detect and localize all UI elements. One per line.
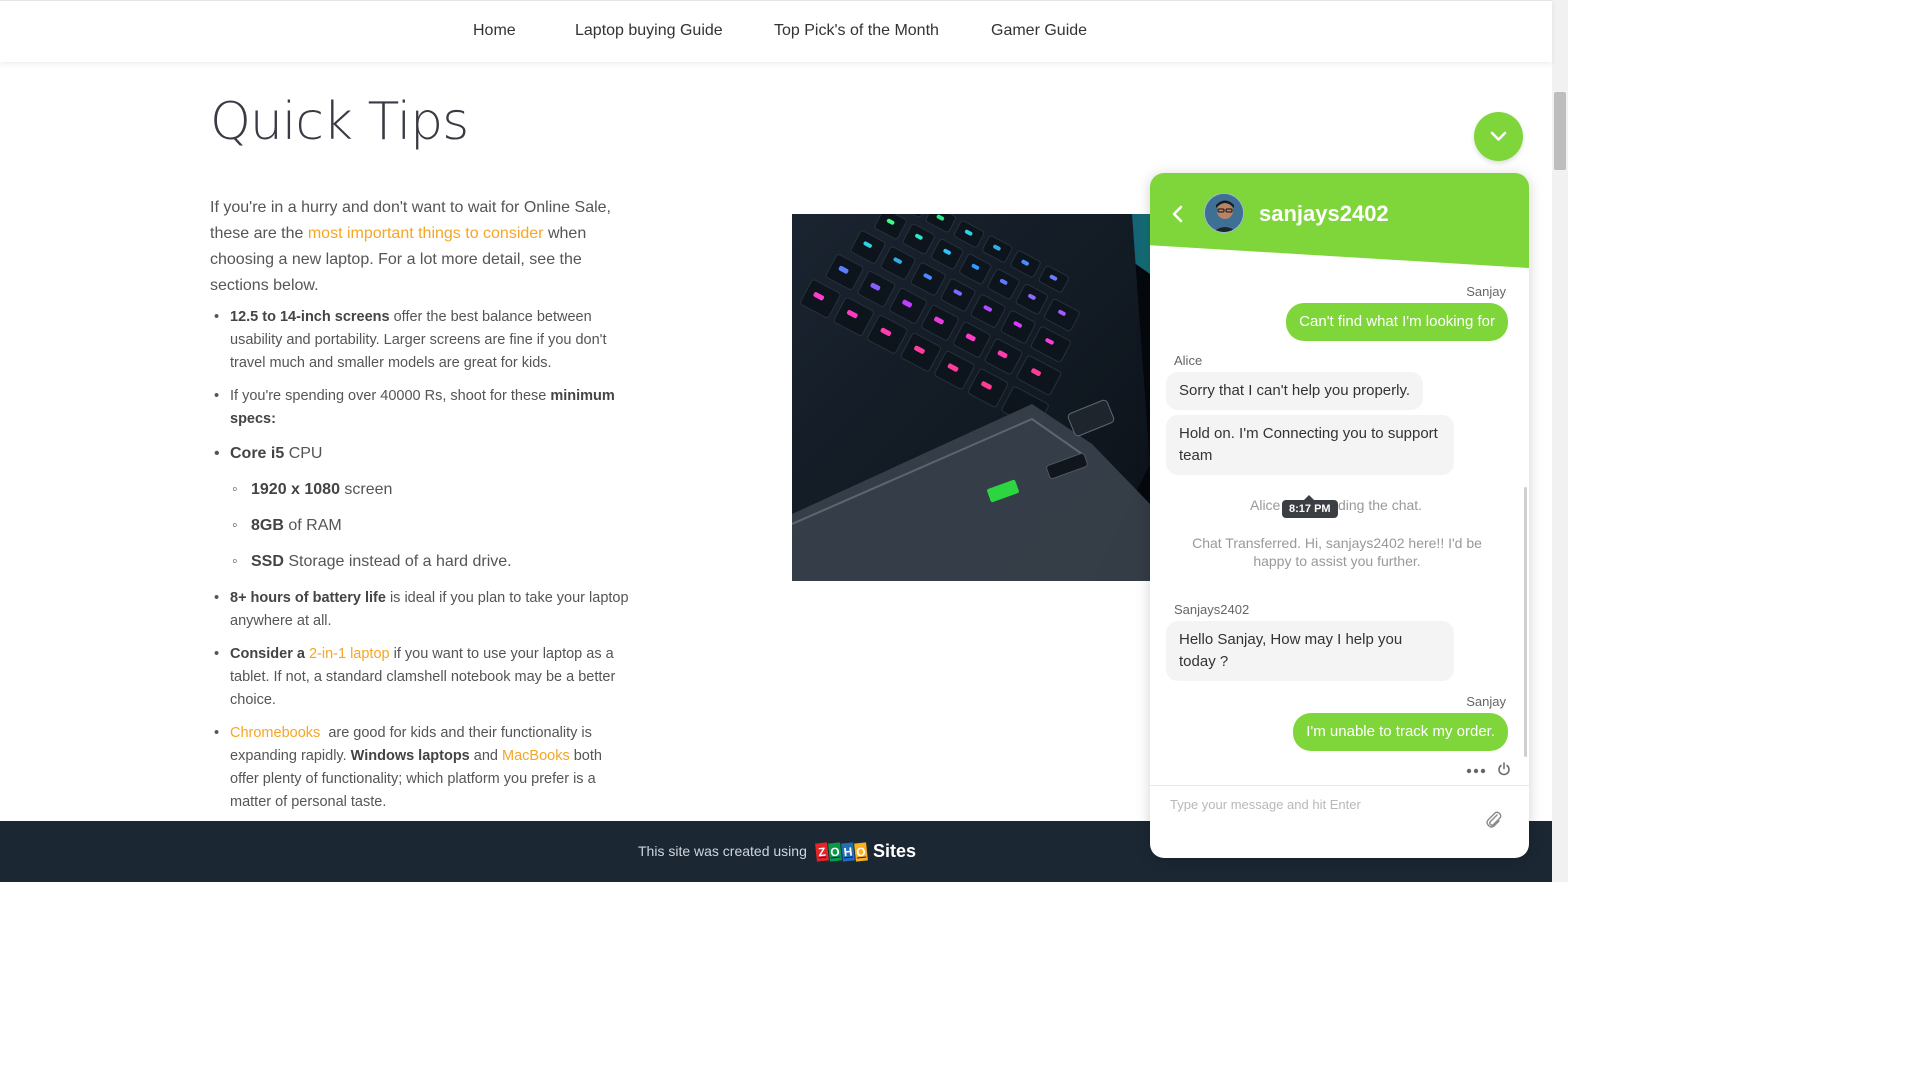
zoho-letter-o: O xyxy=(828,842,842,862)
outgoing-message: I'm unable to track my order. xyxy=(1293,713,1508,751)
tip-battery-bold: 8+ hours of battery life xyxy=(230,590,386,606)
laptop-illustration xyxy=(792,214,1150,581)
zoho-letter-o2: O xyxy=(854,842,868,862)
tip-minimum-specs: If you're spending over 40000 Rs, shoot … xyxy=(210,385,630,431)
page-title: Quick Tips xyxy=(210,92,469,152)
intro-paragraph: If you're in a hurry and don't want to w… xyxy=(210,195,620,299)
chat-window: sanjays2402 Sanjay Can't find what I'm l… xyxy=(1150,173,1529,858)
link-chromebooks[interactable]: Chromebooks xyxy=(230,725,320,741)
system-message-transfer: Chat Transferred. Hi, sanjays2402 here!!… xyxy=(1192,535,1482,569)
tip-2in1-bold: Consider a xyxy=(230,646,309,662)
system-message-tail: ding the chat. xyxy=(1338,497,1423,513)
tip-platforms-bold: Windows laptops xyxy=(350,748,470,764)
end-chat-button[interactable] xyxy=(1497,762,1511,781)
tip-platforms: Chromebooks are good for kids and their … xyxy=(210,722,630,814)
nav-top-picks[interactable]: Top Pick's of the Month xyxy=(774,22,939,40)
page-scrollbar-thumb[interactable] xyxy=(1554,92,1566,170)
incoming-message: Hold on. I'm Connecting you to support t… xyxy=(1166,415,1454,475)
spec-screen: 1920 x 1080 screen xyxy=(210,478,630,501)
spec-ssd-text: Storage instead of a hard drive. xyxy=(283,553,512,570)
incoming-message: Sorry that I can't help you properly. xyxy=(1166,372,1424,410)
link-macbooks[interactable]: MacBooks xyxy=(502,748,570,764)
tips-list: 12.5 to 14-inch screens offer the best b… xyxy=(210,306,630,814)
agent-name: sanjays2402 xyxy=(1259,201,1389,226)
tip-battery: 8+ hours of battery life is ideal if you… xyxy=(210,587,630,633)
message-sender: Alice xyxy=(1174,353,1203,368)
nav-laptop-buying-guide[interactable]: Laptop buying Guide xyxy=(575,22,723,40)
page: Home Laptop buying Guide Top Pick's of t… xyxy=(0,0,1568,882)
tip-specs-text: If you're spending over 40000 Rs, shoot … xyxy=(230,388,551,404)
spec-screen-bold: 1920 x 1080 xyxy=(251,481,340,498)
incoming-message: Hello Sanjay, How may I help you today ? xyxy=(1166,621,1454,681)
intro-link[interactable]: most important things to consider xyxy=(308,225,544,242)
spec-screen-text: screen xyxy=(339,481,393,498)
link-2in1-laptop[interactable]: 2-in-1 laptop xyxy=(309,646,390,662)
spec-ram-text: of RAM xyxy=(283,517,342,534)
zoho-letter-z: Z xyxy=(815,842,829,862)
tip-screens-bold: 12.5 to 14-inch screens xyxy=(230,309,390,325)
timestamp-tooltip: 8:17 PM xyxy=(1282,495,1338,518)
top-navigation: Home Laptop buying Guide Top Pick's of t… xyxy=(0,0,1552,62)
chat-divider xyxy=(1150,785,1529,786)
more-dots-icon xyxy=(1466,768,1486,774)
nav-home[interactable]: Home xyxy=(473,22,516,40)
nav-gamer-guide[interactable]: Gamer Guide xyxy=(991,22,1087,40)
spec-cpu-bold: Core i5 xyxy=(230,445,285,462)
message-sender: Sanjay xyxy=(1466,284,1506,299)
chat-back-button[interactable] xyxy=(1170,203,1186,230)
spec-ssd: SSD Storage instead of a hard drive. xyxy=(210,550,630,573)
footer-credit-text: This site was created using xyxy=(638,843,807,859)
zoho-letter-h: H xyxy=(841,842,855,862)
message-sender: Sanjays2402 xyxy=(1174,602,1250,617)
spec-ram-bold: 8GB xyxy=(251,517,284,534)
spec-ssd-bold: SSD xyxy=(251,553,284,570)
system-message-name: Alice xyxy=(1250,497,1281,513)
chevron-down-icon xyxy=(1490,131,1507,141)
more-options-button[interactable] xyxy=(1465,763,1489,781)
chevron-left-icon xyxy=(1172,205,1183,223)
laptop-keyboard-image xyxy=(792,214,1150,581)
chat-message-input[interactable] xyxy=(1170,797,1470,812)
chat-minimize-button[interactable] xyxy=(1474,112,1523,161)
message-sender: Sanjay xyxy=(1466,694,1506,709)
outgoing-message: Can't find what I'm looking for xyxy=(1286,303,1508,341)
chat-scrollbar[interactable] xyxy=(1524,487,1527,757)
agent-avatar xyxy=(1204,193,1244,233)
person-avatar-icon xyxy=(1205,194,1243,232)
tip-screens: 12.5 to 14-inch screens offer the best b… xyxy=(210,306,630,375)
attach-button[interactable] xyxy=(1485,810,1503,835)
spec-ram: 8GB of RAM xyxy=(210,514,630,537)
spec-cpu: Core i5 CPU xyxy=(210,442,630,465)
zoho-logo[interactable]: Z O H O xyxy=(815,842,868,863)
spec-cpu-text: CPU xyxy=(284,445,323,462)
paperclip-icon xyxy=(1486,811,1502,828)
tip-platforms-and: and xyxy=(469,748,502,764)
zoho-sites-label[interactable]: Sites xyxy=(873,841,916,862)
power-icon xyxy=(1498,762,1510,776)
tip-2in1: Consider a 2-in-1 laptop if you want to … xyxy=(210,643,630,712)
